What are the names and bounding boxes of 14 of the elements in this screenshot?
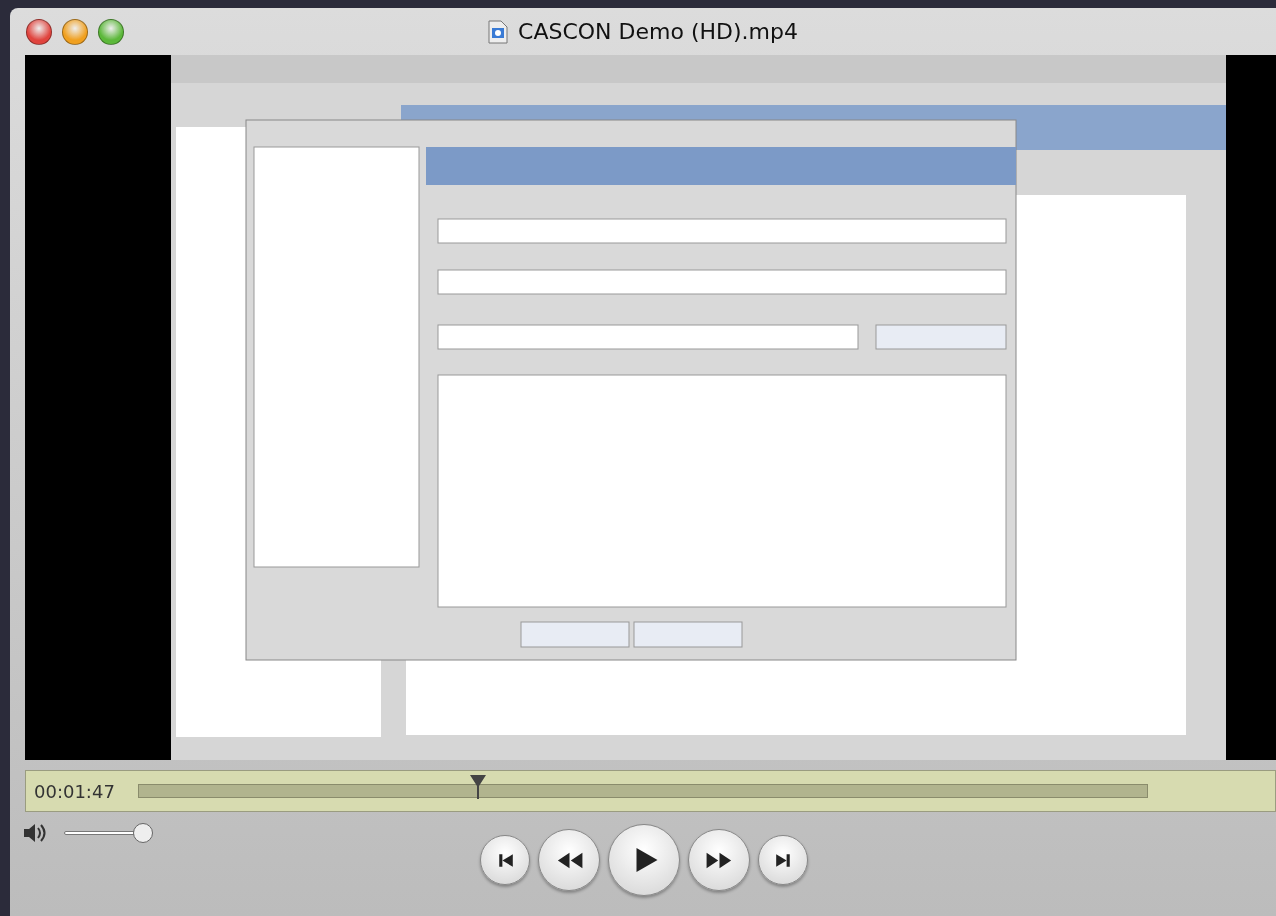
fast-forward-button[interactable] [688, 829, 750, 891]
speaker-icon [22, 822, 48, 844]
play-button[interactable] [608, 824, 680, 896]
window-title: CASCON Demo (HD).mp4 [518, 18, 798, 46]
movie-file-icon [488, 19, 509, 44]
playhead[interactable] [468, 774, 487, 800]
close-button[interactable] [26, 18, 52, 45]
time-display: 00:01:47 [34, 779, 115, 804]
volume-thumb[interactable] [133, 823, 153, 843]
minimize-button[interactable] [62, 18, 88, 45]
next-button[interactable] [758, 835, 808, 885]
rewind-button[interactable] [538, 829, 600, 891]
previous-button[interactable] [480, 835, 530, 885]
zoom-button[interactable] [98, 18, 124, 45]
